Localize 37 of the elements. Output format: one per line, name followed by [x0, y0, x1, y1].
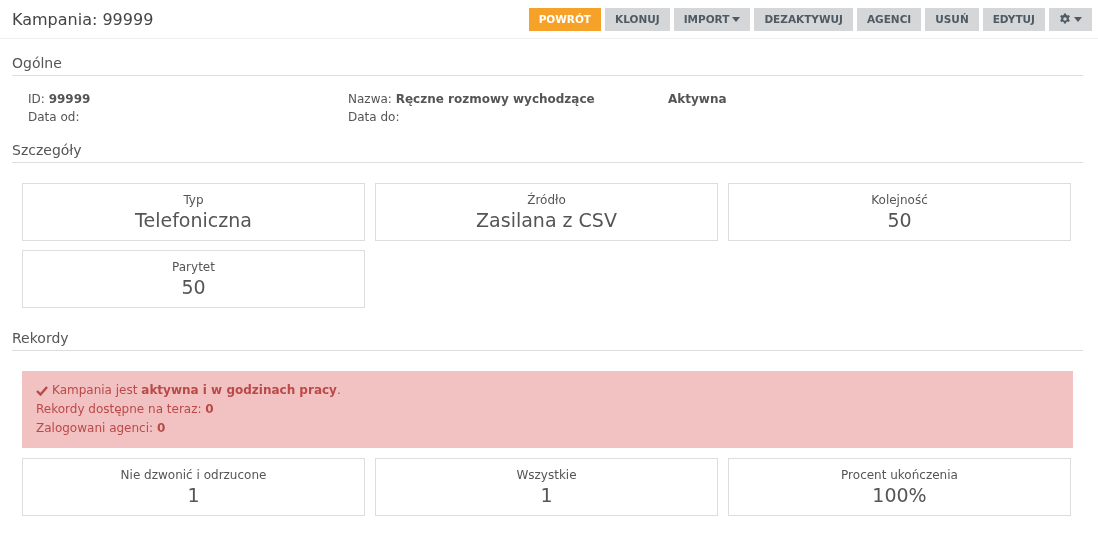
card-label: Kolejność [871, 193, 928, 207]
page-title: Kampania: 99999 [12, 9, 154, 29]
info-field: Data od: [28, 108, 348, 126]
card-label: Źródło [527, 193, 566, 207]
card-value: Telefoniczna [135, 209, 252, 231]
info-field: Data do: [348, 108, 668, 126]
info-field: ID: 99999 [28, 90, 348, 108]
status-label: Aktywna [668, 91, 727, 108]
card-value: 50 [181, 276, 206, 298]
check-icon [36, 385, 48, 396]
section-heading: Szczegóły [12, 126, 1083, 163]
card-label: Procent ukończenia [841, 468, 958, 482]
settings-icon [1059, 13, 1071, 25]
toolbar-button[interactable]: AGENCI [856, 7, 922, 31]
toolbar-button[interactable]: USUŃ [925, 7, 979, 31]
section-heading: Ogólne [12, 39, 1083, 76]
card-value: Zasilana z CSV [476, 209, 617, 231]
alert-text: Rekordy dostępne na teraz: 0 [36, 401, 215, 418]
card-value: 1 [187, 484, 200, 506]
toolbar-button[interactable]: DEZAKTYWUJ [754, 7, 853, 31]
section-heading: Rekordy [12, 308, 1083, 351]
card-value: 100% [872, 484, 927, 506]
card-label: Wszystkie [516, 468, 577, 482]
alert-text: Zalogowani agenci: 0 [36, 420, 167, 437]
card-label: Typ [183, 193, 204, 207]
caret-icon [732, 16, 741, 22]
toolbar-button[interactable]: EDYTUJ [982, 7, 1045, 31]
alert-text: Kampania jest aktywna i w godzinach pracy. [52, 382, 341, 399]
info-field: Nazwa: Ręczne rozmowy wychodzące [348, 90, 668, 108]
card-value: 50 [887, 209, 912, 231]
card-label: Parytet [172, 260, 215, 274]
card-label: Nie dzwonić i odrzucone [120, 468, 267, 482]
toolbar-button[interactable]: IMPORT [673, 7, 751, 31]
caret-icon [1074, 16, 1082, 22]
toolbar-button[interactable]: KLONUJ [605, 7, 670, 31]
settings-button[interactable] [1049, 7, 1092, 31]
card-value: 1 [540, 484, 553, 506]
